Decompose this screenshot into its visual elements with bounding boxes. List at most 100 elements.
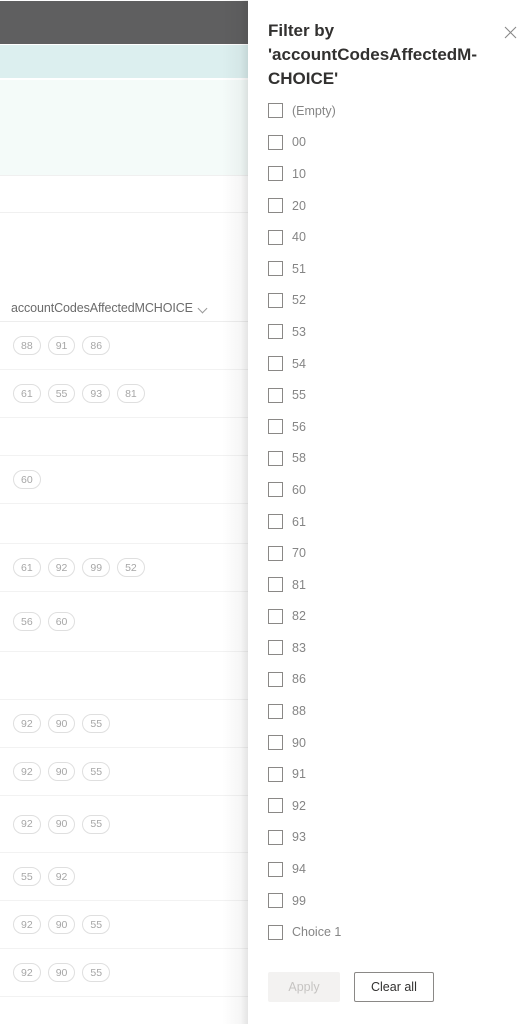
checkbox[interactable] <box>268 103 283 119</box>
filter-option-20[interactable]: 20 <box>248 190 532 222</box>
value-chip: 86 <box>82 336 111 355</box>
close-icon[interactable] <box>497 19 523 45</box>
filter-option-label: 00 <box>292 135 306 150</box>
table-row[interactable]: 56 60 <box>0 592 248 652</box>
filter-option-60[interactable]: 60 <box>248 474 532 506</box>
table-row[interactable]: 61 92 99 52 <box>0 544 248 592</box>
filter-option-54[interactable]: 54 <box>248 348 532 380</box>
checkbox[interactable] <box>268 893 283 909</box>
checkbox[interactable] <box>268 419 283 435</box>
filter-option-label: 40 <box>292 230 306 245</box>
value-chip: 90 <box>47 814 76 834</box>
filter-option-83[interactable]: 83 <box>248 632 532 664</box>
filter-option-55[interactable]: 55 <box>248 379 532 411</box>
filter-option-90[interactable]: 90 <box>248 727 532 759</box>
table-row[interactable] <box>0 504 248 544</box>
filter-option-53[interactable]: 53 <box>248 316 532 348</box>
filter-option-70[interactable]: 70 <box>248 537 532 569</box>
chip-group: 61 55 93 81 <box>13 384 145 403</box>
checkbox[interactable] <box>268 134 283 150</box>
checkbox[interactable] <box>268 924 283 940</box>
filter-option-label: 51 <box>292 261 306 276</box>
filter-option-label: 61 <box>292 514 306 529</box>
filter-option-88[interactable]: 88 <box>248 695 532 727</box>
table-row[interactable]: 92 90 55 <box>0 901 248 949</box>
filter-option-40[interactable]: 40 <box>248 221 532 253</box>
apply-button[interactable]: Apply <box>268 972 340 1002</box>
checkbox[interactable] <box>268 229 283 245</box>
checkbox[interactable] <box>268 735 283 751</box>
chevron-down-icon[interactable] <box>199 304 208 313</box>
filter-option-81[interactable]: 81 <box>248 569 532 601</box>
filter-option-empty[interactable]: (Empty) <box>248 95 532 127</box>
grid-row-list: 88 91 86 61 55 93 81 60 61 92 99 52 56 60 92 90 55 92 90 55… <box>0 322 248 997</box>
clear-all-button[interactable]: Clear all <box>354 972 434 1002</box>
filter-option-61[interactable]: 61 <box>248 506 532 538</box>
table-row[interactable]: 92 90 55 <box>0 796 248 853</box>
filter-option-51[interactable]: 51 <box>248 253 532 285</box>
filter-option-94[interactable]: 94 <box>248 853 532 885</box>
value-chip: 60 <box>47 612 76 631</box>
table-row[interactable]: 60 <box>0 456 248 504</box>
filter-option-10[interactable]: 10 <box>248 158 532 190</box>
chip-group: 61 92 99 52 <box>13 558 145 577</box>
filter-option-91[interactable]: 91 <box>248 758 532 790</box>
checkbox[interactable] <box>268 387 283 403</box>
checkbox[interactable] <box>268 545 283 561</box>
filter-option-93[interactable]: 93 <box>248 822 532 854</box>
checkbox[interactable] <box>268 608 283 624</box>
filter-option-56[interactable]: 56 <box>248 411 532 443</box>
filter-option-label: 92 <box>292 798 306 813</box>
filter-option-82[interactable]: 82 <box>248 601 532 633</box>
filter-panel-header: Filter by 'accountCodesAffectedM-CHOICE' <box>248 0 532 91</box>
checkbox[interactable] <box>268 861 283 877</box>
filter-option-label: 82 <box>292 609 306 624</box>
checkbox[interactable] <box>268 261 283 277</box>
value-chip: 55 <box>13 867 41 886</box>
checkbox[interactable] <box>268 292 283 308</box>
filter-option-label: 53 <box>292 324 306 339</box>
chip-group: 92 90 55 <box>13 762 111 781</box>
checkbox[interactable] <box>268 766 283 782</box>
filter-option-label: 88 <box>292 704 306 719</box>
filter-option-92[interactable]: 92 <box>248 790 532 822</box>
checkbox[interactable] <box>268 198 283 214</box>
value-chip: 52 <box>117 558 145 577</box>
value-chip: 93 <box>82 384 111 403</box>
filter-option-label: Choice 1 <box>292 925 342 940</box>
filter-option-00[interactable]: 00 <box>248 127 532 159</box>
table-row[interactable]: 61 55 93 81 <box>0 370 248 418</box>
table-row[interactable]: 55 92 <box>0 853 248 901</box>
checkbox[interactable] <box>268 482 283 498</box>
checkbox[interactable] <box>268 166 283 182</box>
column-header-accountcodesaffectedmchoice[interactable]: accountCodesAffectedMCHOICE <box>0 295 248 322</box>
checkbox[interactable] <box>268 324 283 340</box>
value-chip: 92 <box>13 714 41 733</box>
value-chip: 92 <box>13 814 41 834</box>
table-row[interactable]: 92 90 55 <box>0 700 248 748</box>
filter-option-label: 70 <box>292 546 306 561</box>
filter-option-choice-1[interactable]: Choice 1 <box>248 916 532 948</box>
checkbox[interactable] <box>268 514 283 530</box>
checkbox[interactable] <box>268 356 283 372</box>
filter-option-label: 90 <box>292 735 306 750</box>
table-row[interactable]: 88 91 86 <box>0 322 248 370</box>
checkbox[interactable] <box>268 450 283 466</box>
column-header-label: accountCodesAffectedMCHOICE <box>11 301 193 315</box>
table-row[interactable] <box>0 652 248 700</box>
checkbox[interactable] <box>268 703 283 719</box>
filter-option-99[interactable]: 99 <box>248 885 532 917</box>
table-row[interactable]: 92 90 55 <box>0 949 248 997</box>
checkbox[interactable] <box>268 798 283 814</box>
filter-option-label: 60 <box>292 482 306 497</box>
table-row[interactable] <box>0 418 248 456</box>
filter-option-52[interactable]: 52 <box>248 285 532 317</box>
checkbox[interactable] <box>268 829 283 845</box>
checkbox[interactable] <box>268 577 283 593</box>
value-chip: 92 <box>13 963 41 982</box>
checkbox[interactable] <box>268 640 283 656</box>
table-row[interactable]: 92 90 55 <box>0 748 248 796</box>
filter-option-86[interactable]: 86 <box>248 664 532 696</box>
filter-option-58[interactable]: 58 <box>248 443 532 475</box>
checkbox[interactable] <box>268 671 283 687</box>
